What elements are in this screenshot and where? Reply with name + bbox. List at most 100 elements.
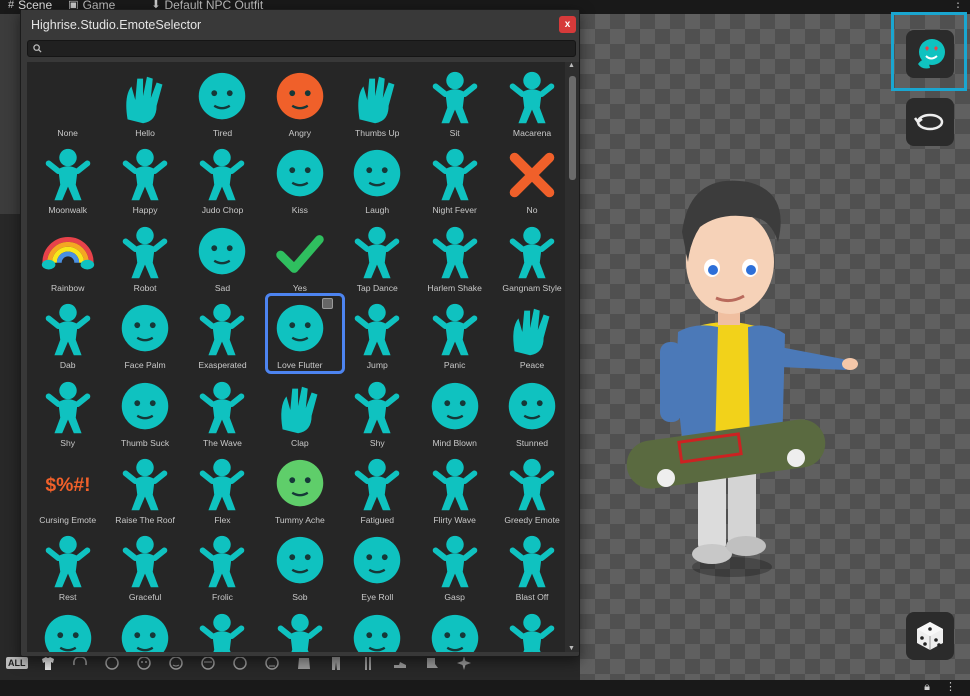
emote-label: Jump	[366, 360, 388, 371]
emote-cell[interactable]: Sob	[261, 527, 338, 604]
emote-icon	[918, 39, 945, 69]
emote-thumbnail	[267, 220, 333, 286]
emote-cell[interactable]: None	[29, 63, 106, 140]
emote-selector-window: Highrise.Studio.EmoteSelector x None Hell…	[20, 9, 580, 657]
emote-label: Tap Dance	[356, 282, 398, 293]
emote-label: Shy	[369, 437, 385, 448]
emote-thumbnail	[344, 375, 410, 441]
emote-thumbnail	[189, 452, 255, 518]
emote-cell[interactable]: Raise The Roof	[106, 450, 183, 527]
dice-icon	[917, 622, 943, 650]
emote-cell[interactable]: Panic	[416, 295, 493, 372]
emote-cell[interactable]: Sit	[416, 63, 493, 140]
emote-label: Cursing Emote	[39, 514, 97, 525]
emote-cell[interactable]: Moonwalk	[29, 140, 106, 217]
emote-cell[interactable]: Fatigued	[339, 450, 416, 527]
emote-cell[interactable]: Face Palm	[106, 295, 183, 372]
emote-label: Judo Chop	[201, 205, 244, 216]
emote-cell[interactable]: Gasp	[416, 527, 493, 604]
emote-cell[interactable]	[339, 605, 416, 652]
emote-cell[interactable]: Graceful	[106, 527, 183, 604]
emote-thumbnail	[112, 142, 178, 208]
emote-cell[interactable]: Judo Chop	[184, 140, 261, 217]
emote-cell[interactable]: Tired	[184, 63, 261, 140]
emote-cell[interactable]: Shy	[29, 373, 106, 450]
emote-thumbnail	[499, 452, 565, 518]
emote-thumbnail	[499, 142, 565, 208]
emote-cell[interactable]: Gangnam Style	[493, 218, 565, 295]
emote-thumbnail	[35, 529, 101, 595]
emote-cell[interactable]: Tap Dance	[339, 218, 416, 295]
more-options-icon[interactable]: ⋮	[952, 0, 964, 10]
emote-cell[interactable]	[184, 605, 261, 652]
emote-thumbnail	[499, 297, 565, 363]
emote-cell[interactable]: Stunned	[493, 373, 565, 450]
emote-cell[interactable]: Shy	[339, 373, 416, 450]
emote-cell[interactable]: Exasperated	[184, 295, 261, 372]
emote-thumbnail	[499, 65, 565, 131]
emote-cell[interactable]	[261, 605, 338, 652]
emote-thumbnail	[189, 529, 255, 595]
copy-icon	[321, 298, 333, 310]
emote-cell[interactable]	[29, 605, 106, 652]
emote-thumbnail	[422, 375, 488, 441]
emote-cell[interactable]: Tummy Ache	[261, 450, 338, 527]
close-button[interactable]: x	[559, 16, 576, 33]
emote-cell[interactable]: Dab	[29, 295, 106, 372]
emote-cell[interactable]: Rainbow	[29, 218, 106, 295]
category-all[interactable]: ALL	[6, 657, 28, 669]
emote-cell[interactable]	[106, 605, 183, 652]
emote-label: Exasperated	[198, 360, 247, 371]
emote-cell[interactable]: Yes	[261, 218, 338, 295]
emote-cell[interactable]: The Wave	[184, 373, 261, 450]
emote-cell[interactable]: Thumbs Up	[339, 63, 416, 140]
emote-cell[interactable]: Angry	[261, 63, 338, 140]
emote-cell[interactable]: Frolic	[184, 527, 261, 604]
random-button[interactable]	[906, 612, 954, 660]
emote-cell[interactable]: Mind Blown	[416, 373, 493, 450]
scrollbar[interactable]: ▲ ▼	[565, 62, 579, 652]
emote-cell[interactable]	[416, 605, 493, 652]
emote-cell[interactable]: Rest	[29, 527, 106, 604]
emote-cell[interactable]: Kiss	[261, 140, 338, 217]
emote-button[interactable]	[906, 30, 954, 78]
emote-cell[interactable]: Laugh	[339, 140, 416, 217]
emote-thumbnail	[267, 375, 333, 441]
emote-cell[interactable]: Night Fever	[416, 140, 493, 217]
emote-cell[interactable]: Peace	[493, 295, 565, 372]
emote-thumbnail	[267, 529, 333, 595]
emote-cell[interactable]: Harlem Shake	[416, 218, 493, 295]
rotate-button[interactable]	[906, 98, 954, 146]
emote-thumbnail	[112, 607, 178, 652]
emote-label: Kiss	[291, 205, 308, 216]
emote-cell[interactable]: Macarena	[493, 63, 565, 140]
emote-cell[interactable]: Hello	[106, 63, 183, 140]
emote-thumbnail	[344, 607, 410, 652]
search-input[interactable]	[46, 42, 566, 55]
emote-cell[interactable]: Greedy Emote	[493, 450, 565, 527]
status-bar: 🔒︎ ⋮	[0, 680, 970, 696]
emote-cell[interactable]: Robot	[106, 218, 183, 295]
emote-cell[interactable]	[493, 605, 565, 652]
scrollbar-thumb[interactable]	[569, 76, 576, 180]
emote-cell[interactable]: Flirty Wave	[416, 450, 493, 527]
emote-thumbnail	[344, 452, 410, 518]
emote-thumbnail	[112, 297, 178, 363]
emote-cell[interactable]: Jump	[339, 295, 416, 372]
emote-cell[interactable]: Clap	[261, 373, 338, 450]
scroll-down-icon[interactable]: ▼	[568, 645, 575, 652]
emote-cell[interactable]: Flex	[184, 450, 261, 527]
emote-label: Greedy Emote	[504, 514, 560, 525]
emote-thumbnail	[499, 375, 565, 441]
emote-cell[interactable]: Blast Off	[493, 527, 565, 604]
emote-cell[interactable]: Thumb Suck	[106, 373, 183, 450]
emote-cell[interactable]: Love Flutter	[261, 293, 346, 375]
scene-icon: #	[8, 0, 15, 11]
lock-icon[interactable]: 🔒︎ ⋮	[924, 680, 962, 694]
emote-cell[interactable]: Eye Roll	[339, 527, 416, 604]
emote-cell[interactable]: Sad	[184, 218, 261, 295]
emote-cell[interactable]: $%#! Cursing Emote	[29, 450, 106, 527]
emote-cell[interactable]: Happy	[106, 140, 183, 217]
scroll-up-icon[interactable]: ▲	[568, 62, 575, 69]
emote-cell[interactable]: No	[493, 140, 565, 217]
